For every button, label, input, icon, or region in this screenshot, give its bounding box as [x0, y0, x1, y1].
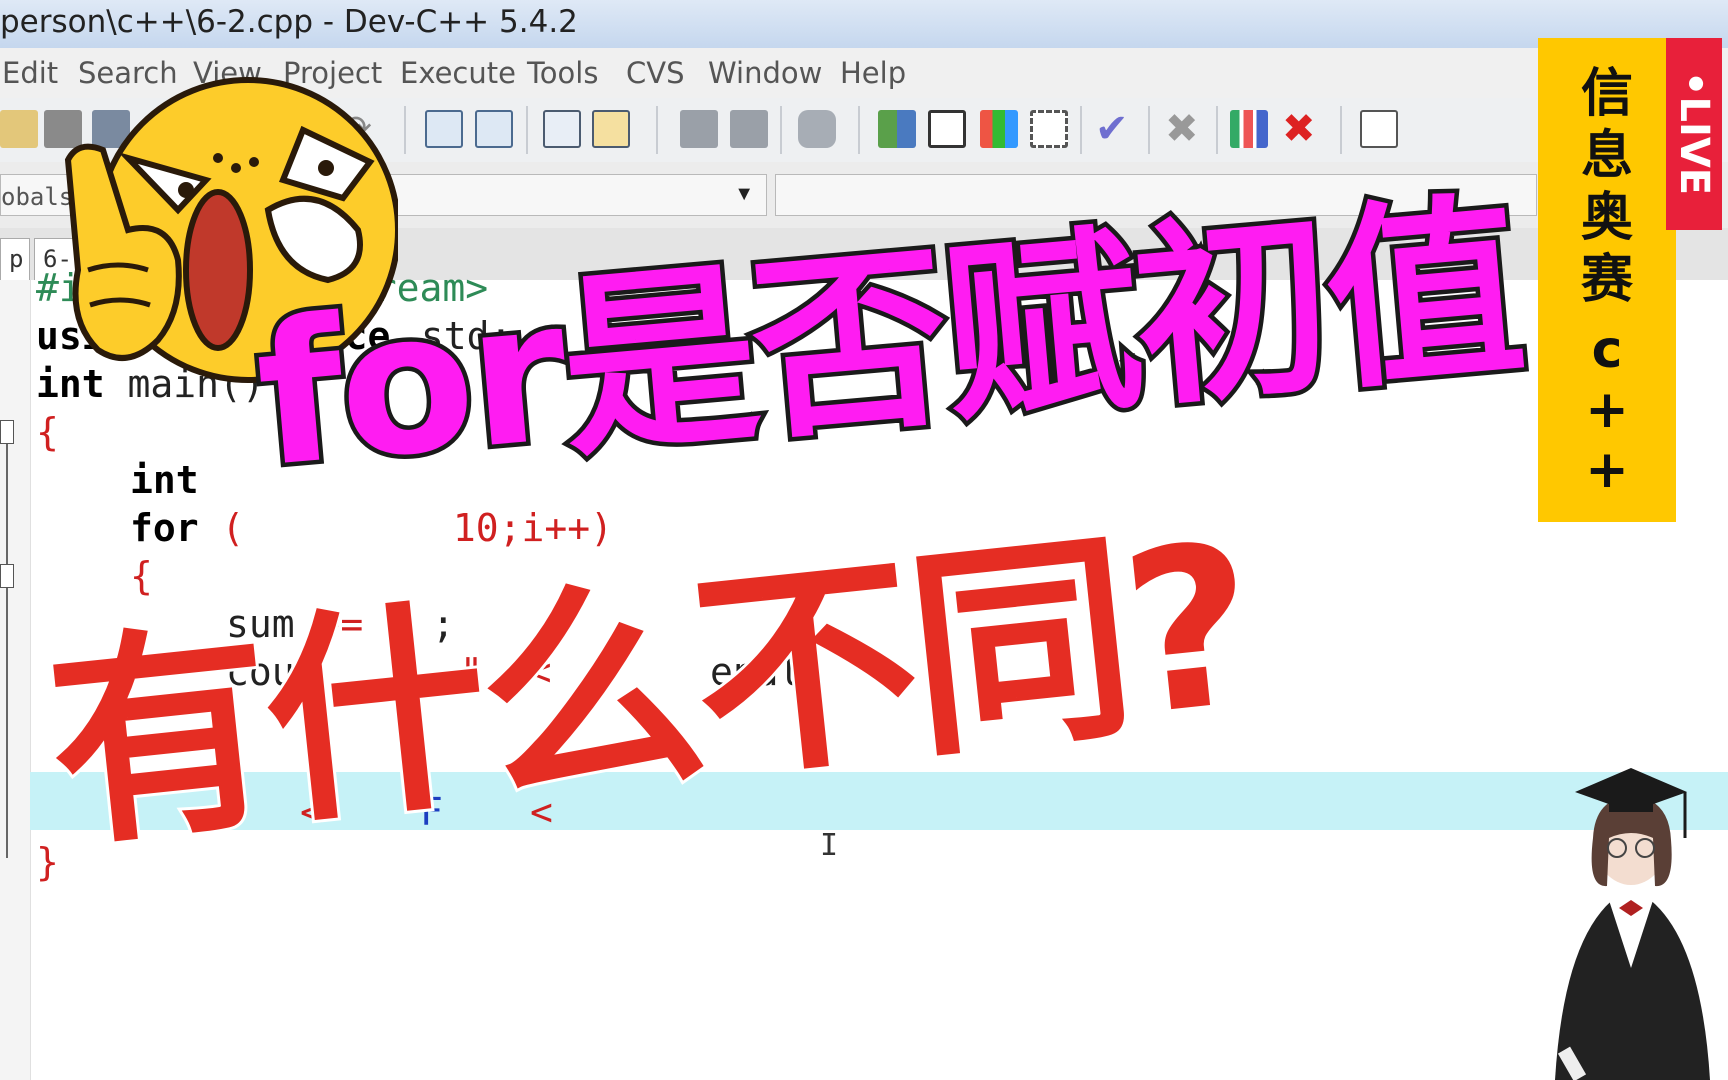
unindent-icon[interactable] [592, 110, 630, 148]
find-next-icon[interactable] [475, 110, 513, 148]
banner-char: 息 [1580, 126, 1633, 186]
live-badge: •LIVE [1666, 38, 1722, 230]
fold-marker[interactable] [0, 420, 14, 444]
bookmark-icon[interactable] [798, 110, 836, 148]
menu-execute[interactable]: Execute [400, 56, 516, 90]
code-line-7: { [130, 554, 153, 598]
chart-icon[interactable] [1230, 110, 1268, 148]
banner-char: 信 [1580, 64, 1633, 124]
code-line-4: { [36, 410, 59, 454]
window-title: person\c++\6-2.cpp - Dev-C++ 5.4.2 [0, 4, 578, 40]
close-icon[interactable]: ✖ [1165, 109, 1203, 149]
menu-tools[interactable]: Tools [527, 56, 598, 90]
debug-icon[interactable] [1360, 110, 1398, 148]
edit-icon[interactable] [0, 110, 38, 148]
window-icon[interactable] [928, 110, 966, 148]
check-icon[interactable]: ✔ [1095, 109, 1133, 149]
code-line-6-kw: for [130, 506, 199, 550]
code-line-5-kw: int [130, 458, 199, 502]
fold-gutter [0, 280, 31, 1080]
text-caret: I [820, 828, 839, 863]
window-titlebar: person\c++\6-2.cpp - Dev-C++ 5.4.2 [0, 0, 1728, 49]
banner-char: + [1585, 380, 1629, 440]
forward-icon[interactable] [730, 110, 768, 148]
banner-char: + [1585, 440, 1629, 500]
live-badge-label: •LIVE [1671, 70, 1717, 196]
menu-cvs[interactable]: CVS [626, 56, 685, 90]
code-line-6-tail: 10;i++) [430, 506, 614, 550]
indent-icon[interactable] [543, 110, 581, 148]
banner-char: 奥 [1580, 188, 1633, 248]
menu-window[interactable]: Window [708, 56, 822, 90]
banner-char: c [1591, 320, 1623, 380]
banner-char: 赛 [1580, 250, 1633, 310]
tab-file-1[interactable]: p [0, 238, 30, 280]
code-line-6-rest: ( [198, 506, 245, 550]
color-grid-icon[interactable] [980, 110, 1018, 148]
menu-help[interactable]: Help [840, 56, 906, 90]
new-class-icon[interactable] [878, 110, 916, 148]
back-icon[interactable] [680, 110, 718, 148]
side-banner: 信 息 奥 赛 c + + [1538, 38, 1676, 522]
code-line-12: } [36, 840, 59, 884]
chevron-down-icon[interactable]: ▼ [734, 183, 754, 206]
fold-marker[interactable] [0, 564, 14, 588]
find-icon[interactable] [425, 110, 463, 148]
menu-edit[interactable]: Edit [2, 56, 58, 90]
stop-icon[interactable]: ✖ [1282, 109, 1320, 149]
grid-icon[interactable] [1030, 110, 1068, 148]
graduate-avatar-icon [1555, 768, 1710, 1080]
